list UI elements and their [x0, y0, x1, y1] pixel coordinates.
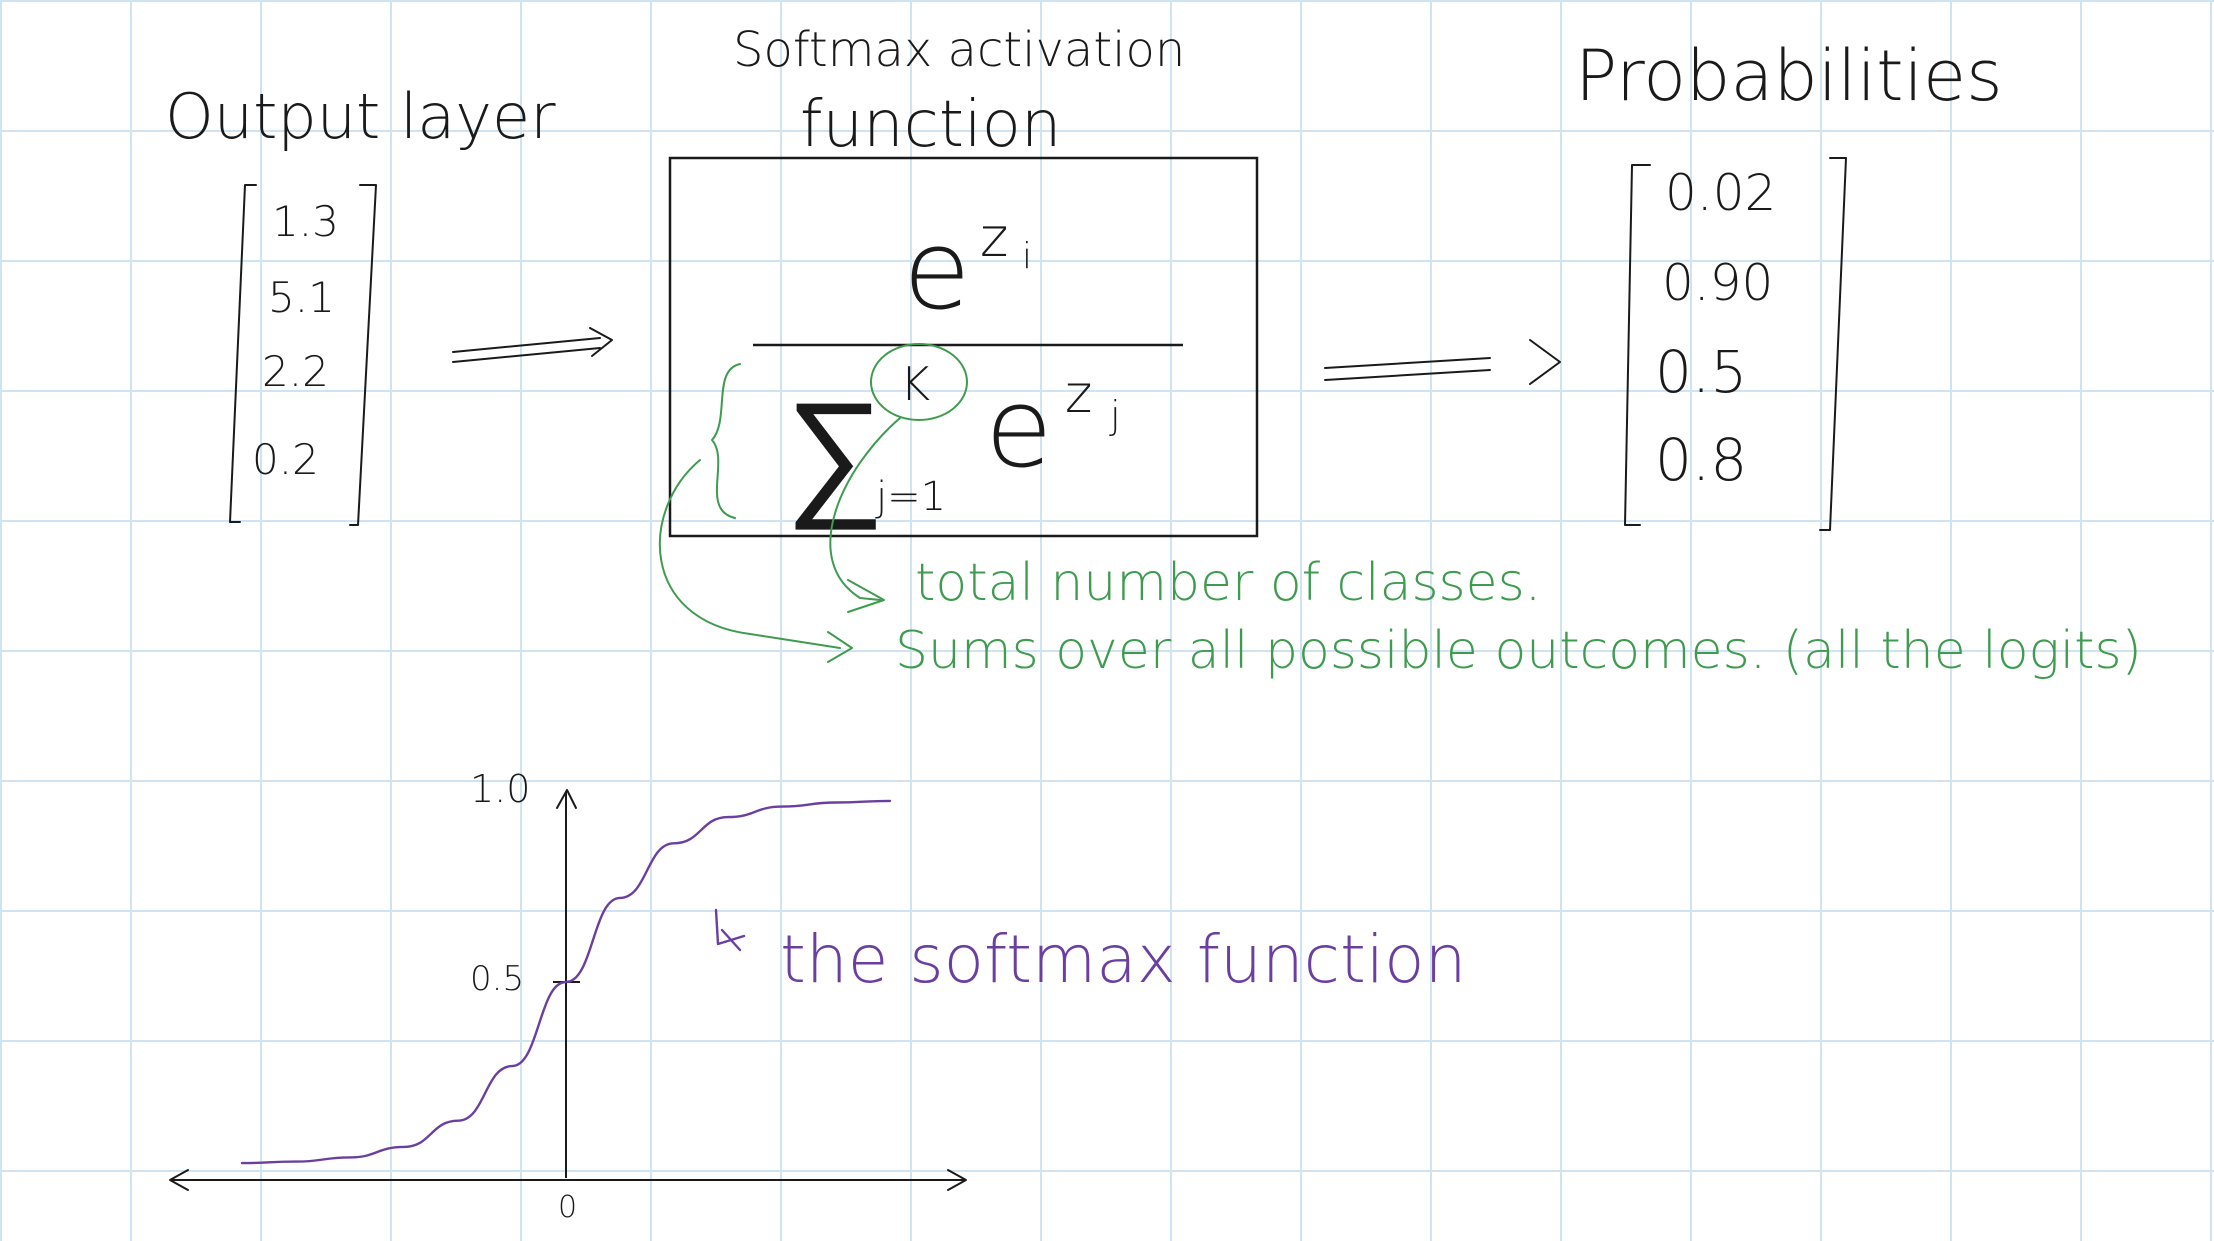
denominator-exponent: z — [1065, 365, 1092, 425]
probabilities-title: Probabilities — [1575, 35, 2003, 117]
numerator-base: e — [903, 206, 971, 334]
sum-annotation: Sums over all possible outcomes. (all th… — [895, 621, 2142, 681]
arrow-to-probabilities — [1324, 339, 1561, 385]
numerator-subscript: i — [1022, 236, 1032, 277]
probabilities-right-bracket — [1819, 157, 1847, 531]
x-tick-label: 0 — [558, 1190, 577, 1225]
sum-symbol: ∑ — [785, 371, 885, 534]
k-note-arrowhead — [847, 579, 885, 613]
y-tick-label: 1.0 — [470, 767, 530, 811]
output-layer-title: Output layer — [165, 80, 556, 153]
sum-curly-brace — [711, 363, 741, 519]
output-value: 5.1 — [268, 273, 335, 322]
probabilities-left-bracket — [1624, 164, 1651, 526]
arrow-to-softmax — [452, 327, 613, 363]
numerator-exponent: z — [980, 206, 1008, 269]
output-value: 1.3 — [272, 197, 339, 246]
probability-value: 0.8 — [1655, 426, 1747, 494]
output-value: 0.2 — [252, 435, 319, 484]
sum-upper-limit: K — [900, 357, 930, 411]
denominator-base: e — [985, 364, 1053, 492]
softmax-title-line1: Softmax activation — [733, 22, 1185, 78]
probability-value: 0.90 — [1662, 254, 1773, 312]
probability-value: 0.02 — [1665, 164, 1776, 222]
output-right-bracket — [349, 184, 377, 526]
whiteboard: Output layer 1.3 5.1 2.2 0.2 Softmax act… — [165, 22, 2142, 1225]
softmax-title-line2: function — [800, 88, 1061, 162]
denominator-subscript: j — [1109, 393, 1121, 437]
curve-pointer-arrow — [714, 908, 746, 952]
output-value: 2.2 — [262, 347, 329, 396]
y-tick-label: 0.5 — [470, 959, 524, 999]
probability-value: 0.5 — [1655, 338, 1747, 406]
sum-lower-limit: j=1 — [875, 474, 946, 520]
curve-annotation: the softmax function — [780, 921, 1466, 998]
k-annotation: total number of classes. — [915, 553, 1541, 613]
